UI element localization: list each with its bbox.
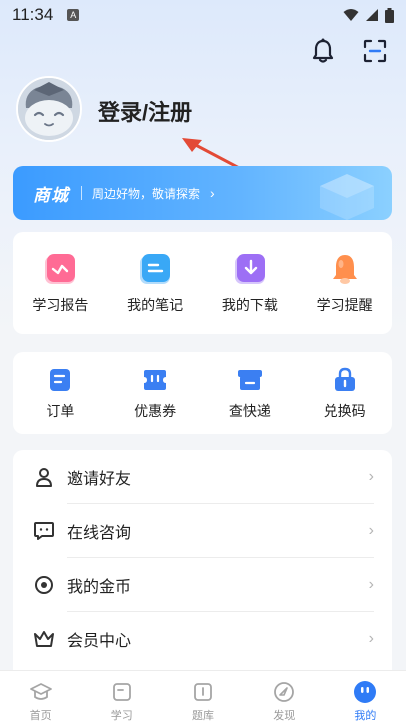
tab-label: 题库 xyxy=(192,710,214,722)
header-actions xyxy=(308,36,390,66)
service-label: 订单 xyxy=(46,403,75,419)
feature-my-downloads[interactable]: 我的下载 xyxy=(205,251,295,315)
chevron-right-icon: › xyxy=(368,630,374,647)
list-item-label: 会员中心 xyxy=(67,633,132,650)
chevron-right-icon: › xyxy=(210,185,215,201)
list-item-member-center[interactable]: 会员中心 › xyxy=(13,612,392,666)
status-time: 11:34 xyxy=(12,5,54,24)
tab-me[interactable]: 我的 xyxy=(325,671,406,723)
list-item-label: 邀请好友 xyxy=(67,471,132,488)
services-card: 订单 优惠券 查快递 兑换码 xyxy=(13,352,392,434)
tab-label: 学习 xyxy=(110,710,133,722)
bell-reminder-icon xyxy=(327,251,363,287)
wifi-icon xyxy=(343,9,359,21)
discover-icon xyxy=(271,679,297,705)
notification-badge-icon: A xyxy=(67,9,80,21)
chevron-right-icon: › xyxy=(368,522,374,539)
feature-learning-report[interactable]: 学习报告 xyxy=(15,251,105,315)
mall-divider xyxy=(81,186,82,200)
service-label: 查快递 xyxy=(228,403,271,419)
redeem-code-icon xyxy=(330,365,360,395)
feature-study-reminder[interactable]: 学习提醒 xyxy=(300,251,390,315)
avatar[interactable] xyxy=(16,76,82,142)
status-indicators xyxy=(343,7,394,23)
mall-banner[interactable]: 商城 周边好物，敬请探索 › xyxy=(13,166,392,220)
question-bank-icon xyxy=(190,679,216,705)
list-item-online-consult[interactable]: 在线咨询 › xyxy=(13,504,392,558)
chevron-right-icon: › xyxy=(368,468,374,485)
service-track-express[interactable]: 查快递 xyxy=(205,365,295,421)
list-item-label: 我的金币 xyxy=(67,579,132,596)
tab-study[interactable]: 学习 xyxy=(81,671,162,723)
profile-tab-icon xyxy=(352,679,378,705)
tab-label: 发现 xyxy=(273,710,296,722)
tab-discover[interactable]: 发现 xyxy=(244,671,325,723)
notification-bell-icon[interactable] xyxy=(308,36,338,66)
list-item-invite-friends[interactable]: 邀请好友 › xyxy=(13,450,392,504)
tab-question-bank[interactable]: 题库 xyxy=(162,671,243,723)
service-label: 优惠券 xyxy=(134,403,177,419)
chat-icon xyxy=(33,520,55,542)
tab-home[interactable]: 首页 xyxy=(0,671,81,723)
chevron-right-icon: › xyxy=(368,576,374,593)
feature-card: 学习报告 我的笔记 我的下载 学习提醒 xyxy=(13,232,392,334)
graduation-cap-icon xyxy=(28,679,54,705)
feature-my-notes[interactable]: 我的笔记 xyxy=(110,251,200,315)
study-icon xyxy=(109,679,135,705)
feature-label: 我的下载 xyxy=(221,297,278,313)
report-icon xyxy=(42,251,78,287)
service-redeem-code[interactable]: 兑换码 xyxy=(300,365,390,421)
signal-icon xyxy=(366,9,378,21)
order-icon xyxy=(45,365,75,395)
download-icon xyxy=(232,251,268,287)
feature-label: 我的笔记 xyxy=(127,297,184,313)
feature-label: 学习报告 xyxy=(32,297,89,313)
tab-label: 首页 xyxy=(29,710,52,722)
service-order[interactable]: 订单 xyxy=(15,365,105,421)
service-coupon[interactable]: 优惠券 xyxy=(110,365,200,421)
login-register-link[interactable]: 登录/注册 xyxy=(98,95,192,127)
list-item-label: 在线咨询 xyxy=(67,525,132,542)
cube-decoration-icon xyxy=(320,174,374,220)
list-item-my-coins[interactable]: 我的金币 › xyxy=(13,558,392,612)
mall-title: 商城 xyxy=(33,185,69,205)
coin-icon xyxy=(33,574,55,596)
mall-subtitle: 周边好物，敬请探索 xyxy=(92,186,201,201)
battery-icon xyxy=(385,7,394,23)
settings-list: 邀请好友 › 在线咨询 › 我的金币 › 会员中心 › xyxy=(13,450,392,670)
bottom-tab-bar: 首页 学习 题库 发现 我的 xyxy=(0,670,406,723)
express-icon xyxy=(235,365,265,395)
crown-icon xyxy=(33,628,55,650)
feature-label: 学习提醒 xyxy=(316,297,373,313)
tab-label: 我的 xyxy=(354,710,377,722)
coupon-icon xyxy=(140,365,170,395)
service-label: 兑换码 xyxy=(323,403,366,419)
invite-friend-icon xyxy=(33,466,55,488)
scan-icon[interactable] xyxy=(360,36,390,66)
status-bar: 11:34 A xyxy=(0,0,406,30)
notes-icon xyxy=(137,251,173,287)
